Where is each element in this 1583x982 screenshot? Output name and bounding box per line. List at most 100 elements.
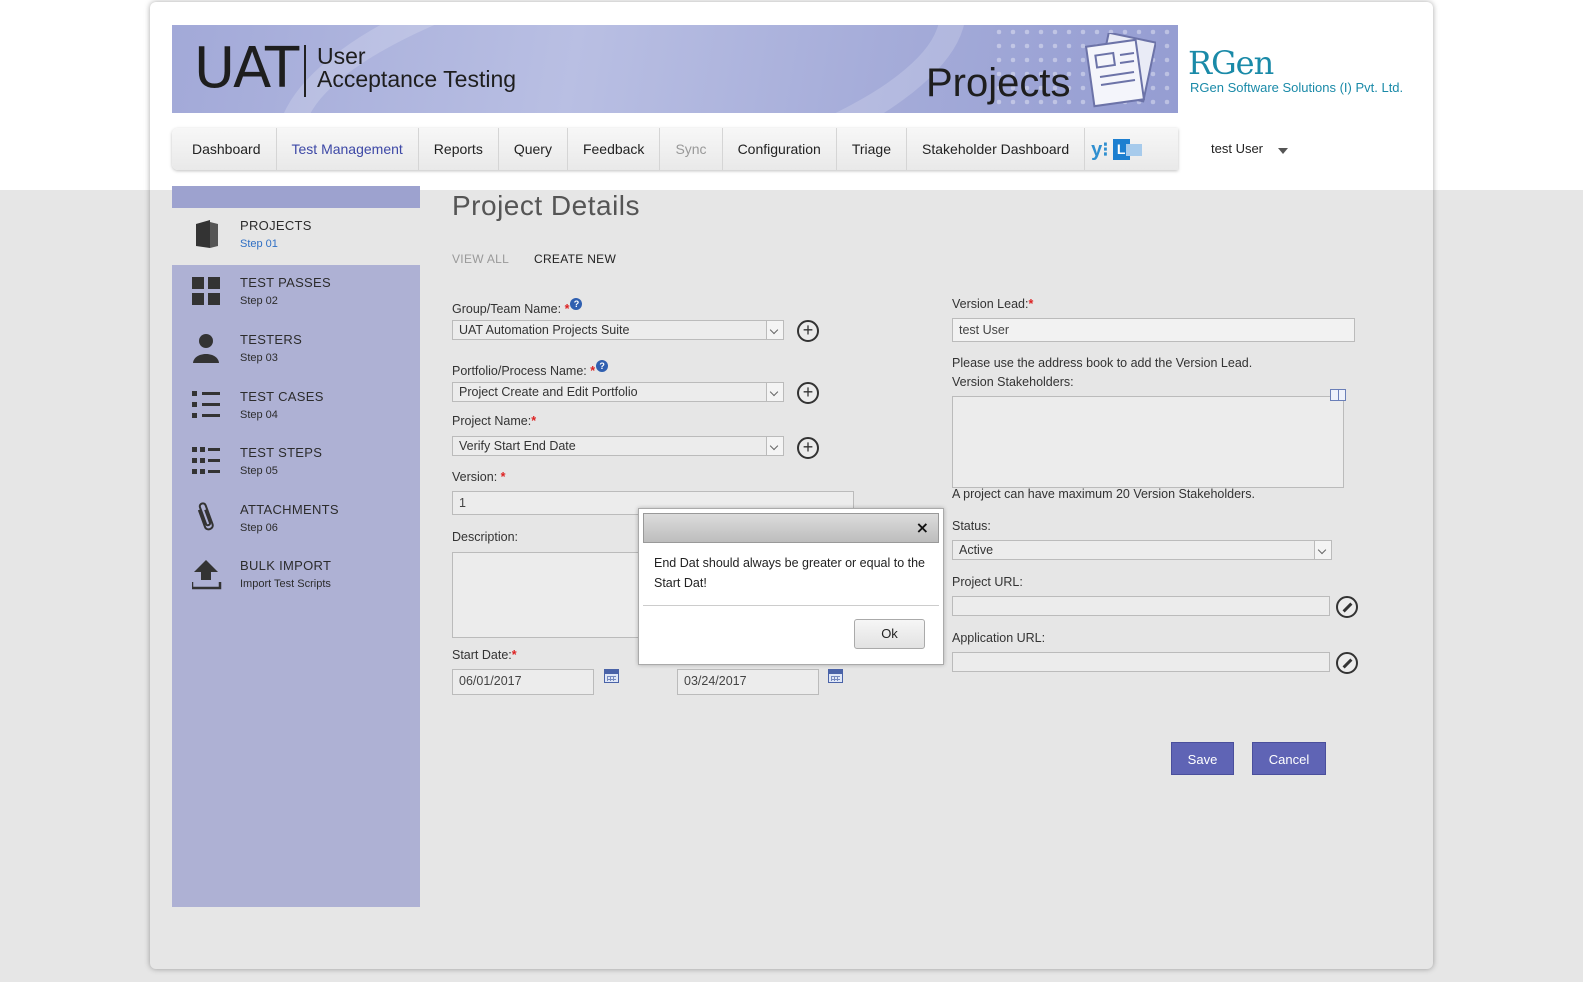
uat-subtitle-line1: User (317, 43, 366, 69)
upload-icon (192, 560, 222, 590)
sidebar-item-test-cases[interactable]: TEST CASES Step 04 (172, 379, 420, 436)
uat-subtitle-line2: Acceptance Testing (317, 66, 517, 92)
sidebar-item-title: TEST CASES (240, 389, 324, 404)
add-group-button[interactable]: + (797, 320, 819, 342)
person-icon (193, 334, 219, 363)
version-lead-input[interactable]: test User (952, 318, 1355, 342)
nav-dashboard[interactable]: Dashboard (172, 128, 277, 170)
add-portfolio-button[interactable]: + (797, 382, 819, 404)
nav-reports[interactable]: Reports (419, 128, 499, 170)
stakeholders-note: A project can have maximum 20 Version St… (952, 487, 1255, 501)
status-value: Active (959, 543, 994, 557)
group-team-label-text: Group/Team Name: (452, 302, 562, 316)
project-name-label-text: Project Name: (452, 414, 532, 428)
chevron-down-icon (766, 437, 783, 455)
tab-view-all[interactable]: VIEW ALL (452, 252, 509, 266)
sidebar-item-bulk-import[interactable]: BULK IMPORT Import Test Scripts (172, 548, 420, 605)
nav-triage[interactable]: Triage (837, 128, 908, 170)
address-book-icon[interactable] (1330, 389, 1346, 401)
close-icon[interactable]: × (916, 518, 929, 537)
portfolio-select[interactable]: Project Create and Edit Portfolio (452, 382, 784, 402)
project-url-input[interactable] (952, 596, 1330, 616)
documents-icon (1084, 33, 1156, 108)
address-book-note: Please use the address book to add the V… (952, 356, 1253, 370)
uat-logo-divider (304, 45, 306, 97)
end-date-input[interactable]: 03/24/2017 (677, 669, 819, 695)
version-lead-label: Version Lead:* (952, 297, 1033, 311)
project-name-value: Verify Start End Date (459, 439, 576, 453)
sidebar-header-strip (172, 186, 420, 208)
chevron-down-icon (1314, 541, 1331, 559)
sidebar-item-test-steps[interactable]: TEST STEPS Step 05 (172, 435, 420, 492)
sidebar-item-step: Step 04 (240, 409, 278, 421)
stakeholders-textarea[interactable] (952, 396, 1344, 488)
version-label-text: Version: (452, 470, 498, 484)
cancel-button[interactable]: Cancel (1252, 742, 1326, 775)
main-navbar: Dashboard Test Management Reports Query … (172, 128, 1178, 170)
required-marker: * (511, 648, 517, 662)
required-marker: * (590, 364, 596, 378)
dialog-message: End Dat should always be greater or equa… (654, 556, 926, 590)
required-marker: * (500, 470, 506, 484)
nav-app-icons: y⁝ L (1085, 137, 1142, 162)
start-date-input[interactable]: 06/01/2017 (452, 669, 594, 695)
edit-pencil-icon[interactable] (1336, 596, 1358, 618)
nav-query[interactable]: Query (499, 128, 568, 170)
edit-pencil-icon[interactable] (1336, 652, 1358, 674)
nav-configuration[interactable]: Configuration (723, 128, 837, 170)
sidebar-item-step: Step 02 (240, 295, 278, 307)
portfolio-label-text: Portfolio/Process Name: (452, 364, 587, 378)
paperclip-icon (197, 502, 214, 531)
version-label: Version: * (452, 470, 506, 484)
project-name-label: Project Name:* (452, 414, 536, 428)
portfolio-value: Project Create and Edit Portfolio (459, 385, 638, 399)
ok-button[interactable]: Ok (854, 619, 925, 649)
lync-icon[interactable]: L (1112, 138, 1143, 160)
sidebar-item-attachments[interactable]: ATTACHMENTS Step 06 (172, 492, 420, 549)
sidebar-item-title: BULK IMPORT (240, 558, 332, 573)
group-team-select[interactable]: UAT Automation Projects Suite (452, 320, 784, 340)
sidebar-item-test-passes[interactable]: TEST PASSES Step 02 (172, 265, 420, 322)
status-label: Status: (952, 519, 991, 533)
sidebar-item-title: TESTERS (240, 332, 303, 347)
projects-icon (196, 220, 218, 248)
chevron-down-icon[interactable] (1278, 148, 1288, 154)
project-url-label: Project URL: (952, 575, 1023, 589)
application-url-input[interactable] (952, 652, 1330, 672)
user-menu[interactable]: test User (1211, 141, 1263, 156)
project-name-select[interactable]: Verify Start End Date (452, 436, 784, 456)
start-date-label: Start Date:* (452, 648, 517, 662)
nav-feedback[interactable]: Feedback (568, 128, 661, 170)
status-select[interactable]: Active (952, 540, 1332, 560)
sidebar-item-step: Step 03 (240, 352, 278, 364)
page-title: Project Details (452, 190, 641, 221)
version-lead-label-text: Version Lead: (952, 297, 1029, 311)
save-button[interactable]: Save (1171, 742, 1234, 775)
banner-section-title: Projects (926, 61, 1071, 105)
nav-sync: Sync (660, 128, 723, 170)
grid-icon (192, 277, 220, 305)
steps-icon (192, 447, 220, 474)
calendar-icon[interactable] (604, 669, 619, 683)
sidebar-item-projects[interactable]: PROJECTS Step 01 (172, 208, 420, 265)
sidebar-item-title: ATTACHMENTS (240, 502, 339, 517)
chevron-down-icon (766, 321, 783, 339)
required-marker: * (1028, 297, 1034, 311)
add-project-button[interactable]: + (797, 437, 819, 459)
tab-create-new[interactable]: CREATE NEW (534, 252, 616, 266)
help-icon[interactable]: ? (570, 298, 583, 310)
nav-stakeholder-dashboard[interactable]: Stakeholder Dashboard (907, 128, 1086, 170)
help-icon[interactable]: ? (596, 360, 609, 372)
description-label: Description: (452, 530, 518, 544)
dialog-divider (643, 605, 939, 606)
sidebar-item-step: Step 01 (240, 238, 278, 250)
company-name: RGen Software Solutions (I) Pvt. Ltd. (1190, 80, 1404, 95)
dialog-titlebar: × (643, 513, 939, 543)
yammer-icon[interactable]: y⁝ (1091, 137, 1108, 162)
calendar-icon[interactable] (828, 669, 843, 683)
uat-banner: UAT User Acceptance Testing Projects (172, 25, 1178, 113)
alert-dialog: × End Dat should always be greater or eq… (638, 508, 944, 665)
nav-test-management[interactable]: Test Management (277, 128, 419, 170)
group-team-value: UAT Automation Projects Suite (459, 323, 630, 337)
sidebar-item-testers[interactable]: TESTERS Step 03 (172, 322, 420, 379)
